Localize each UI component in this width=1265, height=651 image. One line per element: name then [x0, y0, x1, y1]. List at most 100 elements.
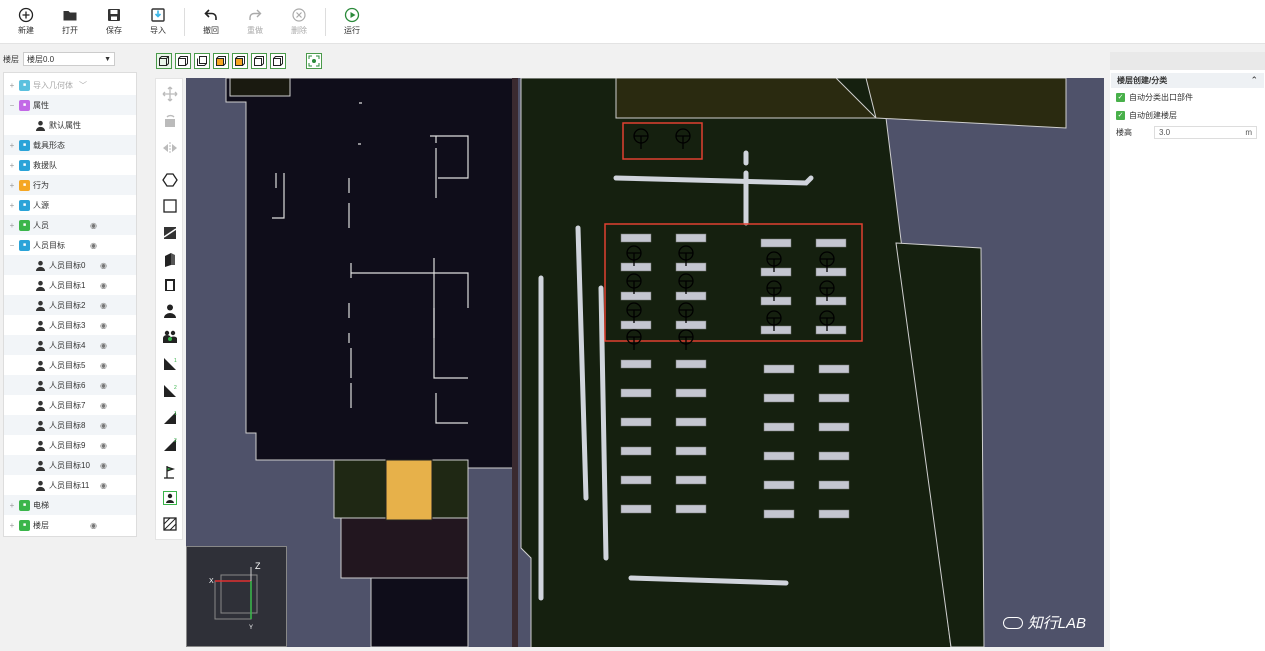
parking-spot[interactable]: [675, 359, 707, 369]
visibility-eye-icon[interactable]: ◉: [100, 481, 107, 490]
parking-spot[interactable]: [818, 480, 850, 490]
tree-item[interactable]: 人员目标8 ◉: [4, 415, 136, 435]
parking-spot[interactable]: [620, 417, 652, 427]
parking-spot[interactable]: [815, 238, 847, 248]
mirror-tool[interactable]: [161, 139, 179, 157]
tree-item[interactable]: 人员目标7 ◉: [4, 395, 136, 415]
expand-toggle-icon[interactable]: +: [8, 141, 16, 150]
tree-item[interactable]: 人员目标4 ◉: [4, 335, 136, 355]
visibility-eye-icon[interactable]: ◉: [100, 401, 107, 410]
ramp-tool-1[interactable]: 1: [161, 409, 179, 427]
flag-tool[interactable]: [161, 463, 179, 481]
import-button[interactable]: 导入: [136, 2, 180, 42]
person-target-tool[interactable]: [161, 489, 179, 507]
expand-toggle-icon[interactable]: +: [8, 81, 16, 90]
parking-spot[interactable]: [675, 291, 707, 301]
parking-spot[interactable]: [620, 446, 652, 456]
auto-create-floors-checkbox[interactable]: ✓ 自动创建楼层: [1110, 106, 1265, 124]
checkbox-checked-icon[interactable]: ✓: [1116, 110, 1125, 120]
view-top-button[interactable]: [213, 53, 229, 69]
chevron-down-icon[interactable]: ﹀: [79, 80, 87, 91]
delete-button[interactable]: 删除: [277, 2, 321, 42]
screenshot-button[interactable]: [306, 53, 322, 69]
stair-tool-2[interactable]: 2: [161, 382, 179, 400]
polygon-tool[interactable]: [161, 171, 179, 189]
hatch-area-tool[interactable]: [161, 515, 179, 533]
save-button[interactable]: 保存: [92, 2, 136, 42]
visibility-eye-icon[interactable]: ◉: [90, 221, 97, 230]
visibility-eye-icon[interactable]: ◉: [100, 421, 107, 430]
chevron-up-icon[interactable]: ⌃: [1250, 75, 1258, 86]
parking-spot[interactable]: [675, 475, 707, 485]
tree-item[interactable]: + ■ 载具形态: [4, 135, 136, 155]
tree-item[interactable]: + ■ 救援队: [4, 155, 136, 175]
parking-spot[interactable]: [620, 320, 652, 330]
floor-height-input[interactable]: 3.0 m: [1154, 125, 1257, 139]
expand-toggle-icon[interactable]: −: [8, 101, 16, 110]
view-left-button[interactable]: [232, 53, 248, 69]
visibility-eye-icon[interactable]: ◉: [100, 441, 107, 450]
parking-spot[interactable]: [620, 233, 652, 243]
parking-spot[interactable]: [818, 364, 850, 374]
expand-toggle-icon[interactable]: +: [8, 221, 16, 230]
visibility-eye-icon[interactable]: ◉: [100, 321, 107, 330]
run-button[interactable]: 运行: [330, 2, 374, 42]
parking-spot[interactable]: [815, 267, 847, 277]
expand-toggle-icon[interactable]: +: [8, 201, 16, 210]
visibility-eye-icon[interactable]: ◉: [100, 301, 107, 310]
parking-spot[interactable]: [815, 296, 847, 306]
parking-spot[interactable]: [675, 446, 707, 456]
parking-spot[interactable]: [818, 509, 850, 519]
visibility-eye-icon[interactable]: ◉: [100, 281, 107, 290]
visibility-eye-icon[interactable]: ◉: [100, 341, 107, 350]
visibility-eye-icon[interactable]: ◉: [90, 521, 97, 530]
tree-item[interactable]: 人员目标9 ◉: [4, 435, 136, 455]
tree-item[interactable]: 人员目标6 ◉: [4, 375, 136, 395]
tree-item[interactable]: + ■ 电梯: [4, 495, 136, 515]
visibility-eye-icon[interactable]: ◉: [100, 381, 107, 390]
undo-button[interactable]: 撤回: [189, 2, 233, 42]
new-button[interactable]: 新建: [4, 2, 48, 42]
tree-item[interactable]: − ■ 属性: [4, 95, 136, 115]
tree-item[interactable]: 人员目标2 ◉: [4, 295, 136, 315]
tree-item[interactable]: 默认属性: [4, 115, 136, 135]
obstacle-tool[interactable]: [161, 250, 179, 268]
visibility-eye-icon[interactable]: ◉: [90, 241, 97, 250]
model-canvas[interactable]: X Z Y 知行LAB: [186, 78, 1104, 647]
tree-item[interactable]: + ■ 楼层 ◉: [4, 515, 136, 535]
redo-button[interactable]: 重做: [233, 2, 277, 42]
view-bottom-button[interactable]: [270, 53, 286, 69]
view-back-button[interactable]: [194, 53, 210, 69]
wall-tool[interactable]: [161, 224, 179, 242]
expand-toggle-icon[interactable]: −: [8, 241, 16, 250]
parking-spot[interactable]: [675, 233, 707, 243]
tree-item[interactable]: 人员目标10 ◉: [4, 455, 136, 475]
parking-spot[interactable]: [675, 504, 707, 514]
expand-toggle-icon[interactable]: +: [8, 161, 16, 170]
parking-spot[interactable]: [675, 262, 707, 272]
tree-item[interactable]: 人员目标0 ◉: [4, 255, 136, 275]
parking-spot[interactable]: [815, 325, 847, 335]
tree-item[interactable]: 人员目标11 ◉: [4, 475, 136, 495]
tree-item[interactable]: + ■ 人源: [4, 195, 136, 215]
rotate-tool[interactable]: [161, 112, 179, 130]
parking-spot[interactable]: [818, 451, 850, 461]
tree-item[interactable]: − ■ 人员目标 ◉: [4, 235, 136, 255]
parking-spot[interactable]: [818, 393, 850, 403]
view-3d-button[interactable]: [156, 53, 172, 69]
parking-spot[interactable]: [760, 296, 792, 306]
tree-item[interactable]: 人员目标1 ◉: [4, 275, 136, 295]
parking-spot[interactable]: [763, 393, 795, 403]
parking-spot[interactable]: [760, 267, 792, 277]
visibility-eye-icon[interactable]: ◉: [100, 361, 107, 370]
parking-spot[interactable]: [818, 422, 850, 432]
parking-spot[interactable]: [763, 364, 795, 374]
parking-spot[interactable]: [620, 291, 652, 301]
parking-spot[interactable]: [675, 320, 707, 330]
parking-spot[interactable]: [620, 262, 652, 272]
open-button[interactable]: 打开: [48, 2, 92, 42]
stair-tool-1[interactable]: 1: [161, 355, 179, 373]
rectangle-tool[interactable]: [161, 197, 179, 215]
ramp-tool-2[interactable]: 2: [161, 436, 179, 454]
parking-spot[interactable]: [763, 480, 795, 490]
